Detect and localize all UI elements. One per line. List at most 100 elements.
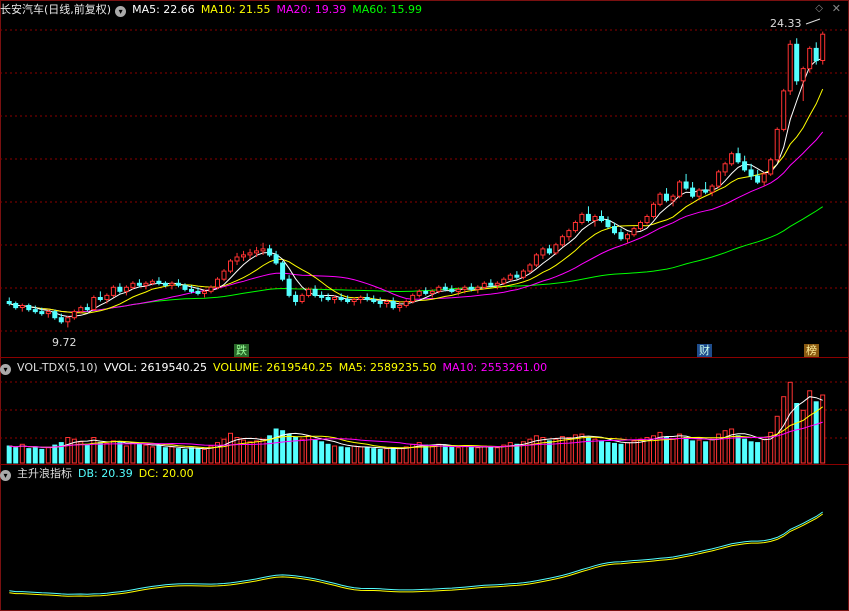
candle-down	[605, 220, 611, 228]
volume-bar-up	[260, 438, 266, 464]
candle-down	[97, 297, 103, 300]
candle-up	[397, 305, 403, 308]
candle-down	[319, 294, 325, 298]
candle-down	[26, 305, 32, 311]
volume-bar-up	[234, 437, 240, 464]
candle-up	[241, 254, 246, 258]
candle-up	[358, 297, 364, 300]
candle-down	[794, 43, 800, 82]
volume-bar-up	[670, 438, 676, 464]
candle-down	[514, 274, 520, 278]
volume-bar-up	[299, 438, 305, 464]
volume-bar-down	[162, 447, 168, 464]
indicator-title: 主升浪指标	[17, 467, 72, 480]
candle-down	[325, 297, 331, 300]
volume-bar-down	[755, 442, 761, 464]
volume-bar-up	[709, 438, 715, 464]
candle-down	[189, 288, 194, 292]
volume-bar-down	[32, 446, 38, 464]
candle-up	[651, 203, 656, 218]
volume-bar-down	[136, 443, 142, 464]
diamond-icon[interactable]: ◇	[815, 3, 823, 14]
candle-up	[709, 185, 715, 193]
volume-bar-down	[6, 445, 12, 464]
chevron-down-icon[interactable]: ▾	[0, 470, 11, 481]
candle-down	[488, 282, 494, 286]
ma5-line	[9, 58, 823, 318]
candle-down	[748, 169, 754, 177]
candle-down	[735, 153, 741, 163]
candle-down	[293, 294, 299, 302]
volume-bar-down	[488, 446, 494, 464]
volume-bar-up	[696, 439, 702, 464]
candle-down	[742, 161, 748, 171]
candle-up	[774, 128, 780, 161]
volume-bar-down	[605, 442, 611, 464]
ma5-label: MA5: 22.66	[132, 3, 195, 16]
event-marker-fall[interactable]: 跌	[234, 344, 249, 357]
candle-up	[110, 286, 116, 296]
candle-up	[247, 252, 253, 256]
event-marker-finance[interactable]: 财	[697, 344, 712, 357]
volume-bar-up	[625, 442, 630, 464]
price-panel-header: 长安汽车(日线,前复权) ▾ MA5: 22.66 MA10: 21.55 MA20: …	[0, 2, 428, 17]
volume-bar-up	[800, 409, 806, 464]
close-icon[interactable]: ✕	[832, 2, 841, 15]
volume-bar-up	[384, 448, 390, 464]
volume-bar-down	[286, 433, 292, 464]
candle-up	[670, 195, 676, 201]
volume-bar-up	[221, 438, 227, 464]
candle-down	[39, 311, 45, 315]
candle-down	[664, 193, 669, 201]
chevron-down-icon[interactable]: ▾	[0, 364, 11, 375]
volume-bar-up	[494, 447, 500, 464]
candle-up	[787, 43, 793, 92]
volume-bar-down	[664, 437, 669, 464]
candle-down	[52, 311, 58, 319]
candle-up	[631, 228, 637, 236]
candle-down	[58, 317, 64, 323]
candle-up	[475, 286, 481, 290]
volume-bar-down	[742, 438, 748, 464]
volume-bar-down	[195, 448, 201, 464]
candle-down	[390, 301, 396, 309]
candle-down	[755, 175, 761, 183]
candle-up	[149, 280, 155, 284]
volume-bar-down	[273, 428, 279, 464]
candle-down	[377, 301, 383, 304]
stock-title: 长安汽车(日线,前复权)	[0, 3, 112, 16]
candle-down	[156, 280, 162, 284]
candle-up	[169, 282, 175, 286]
candle-up	[507, 274, 513, 280]
chevron-down-icon[interactable]: ▾	[115, 6, 127, 17]
ma10-line	[9, 88, 824, 314]
vol-ma5-label: MA5: 2589235.50	[338, 361, 437, 374]
ma10-label: MA10: 21.55	[200, 3, 271, 16]
volume-bar-down	[703, 441, 709, 464]
candle-up	[644, 216, 650, 224]
volume-bar-down	[338, 446, 344, 464]
candle-down	[6, 301, 12, 304]
volume-bar-up	[436, 443, 442, 464]
volume-bar-up	[566, 437, 572, 464]
high-price-label: 24.33	[770, 17, 802, 30]
candle-up	[520, 270, 526, 278]
candle-up	[410, 294, 416, 302]
stock-chart[interactable]	[0, 0, 849, 611]
candle-up	[455, 288, 461, 292]
candle-up	[91, 297, 97, 311]
candle-down	[273, 254, 279, 264]
candle-up	[494, 282, 500, 286]
candle-down	[612, 226, 617, 234]
candle-up	[820, 33, 826, 61]
volume-bar-up	[729, 428, 735, 464]
event-marker-rank[interactable]: 榜	[804, 344, 819, 357]
volume-bar-up	[722, 430, 728, 464]
candle-up	[566, 230, 572, 238]
volume-bar-down	[13, 447, 19, 464]
candle-up	[19, 305, 25, 308]
candle-up	[462, 286, 468, 290]
volume-bar-down	[683, 437, 689, 464]
candle-down	[585, 213, 591, 221]
volume-bar-down	[156, 445, 162, 464]
